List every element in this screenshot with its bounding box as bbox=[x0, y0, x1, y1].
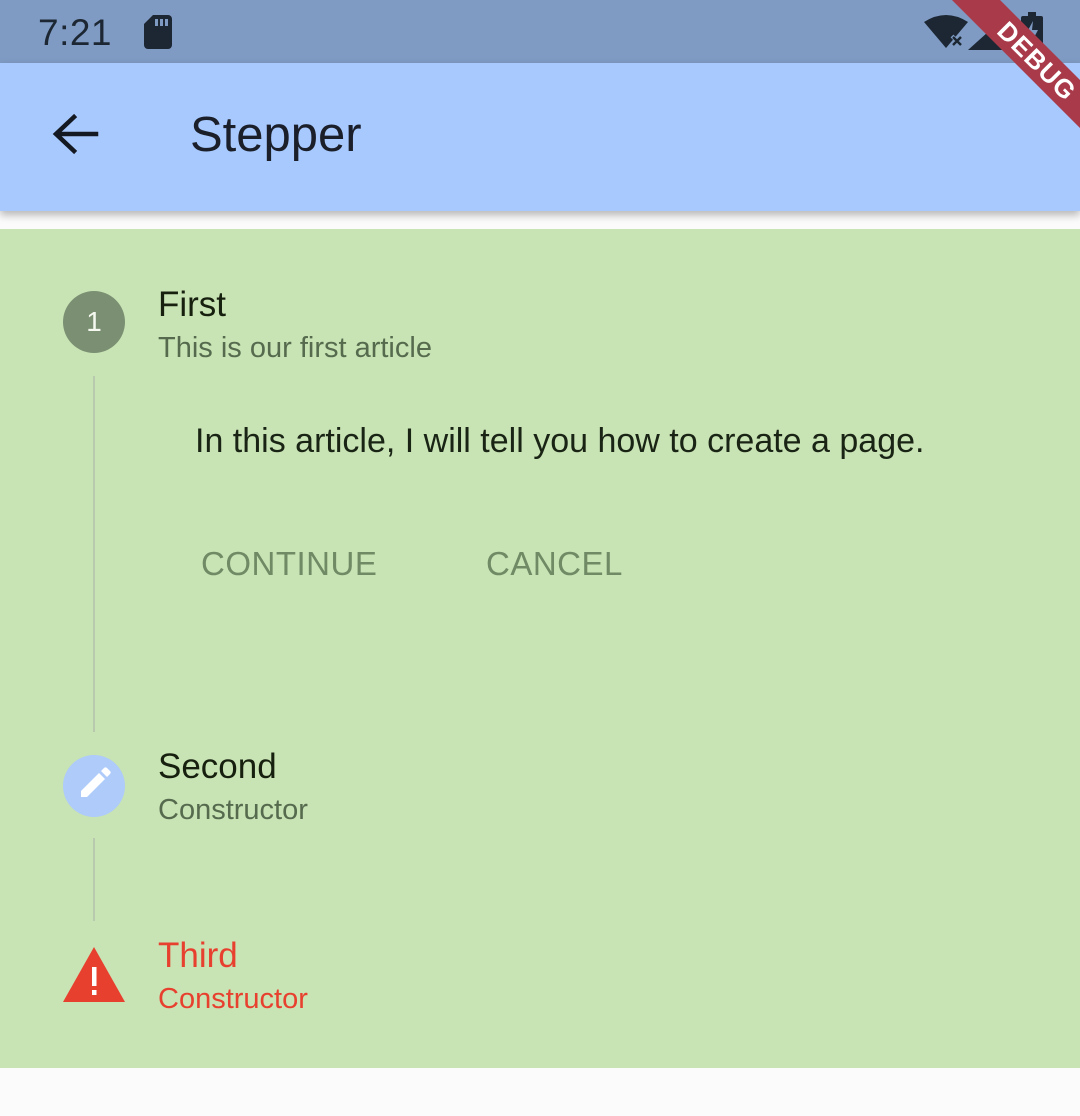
signal-icon bbox=[968, 14, 1008, 55]
step-1-content: In this article, I will tell you how to … bbox=[195, 422, 925, 460]
edit-icon bbox=[76, 766, 112, 807]
page-title: Stepper bbox=[190, 108, 362, 162]
app-bar: Stepper bbox=[0, 63, 1080, 211]
step-2-title[interactable]: Second bbox=[158, 747, 277, 787]
cancel-button[interactable]: CANCEL bbox=[486, 545, 623, 583]
step-2-subtitle: Constructor bbox=[158, 794, 308, 826]
step-1-title[interactable]: First bbox=[158, 285, 226, 325]
step-1-subtitle: This is our first article bbox=[158, 332, 432, 364]
step-3-title[interactable]: Third bbox=[158, 936, 238, 976]
sd-card-icon bbox=[144, 15, 172, 54]
status-time: 7:21 bbox=[38, 12, 113, 53]
continue-button[interactable]: CONTINUE bbox=[201, 545, 377, 583]
step-connector-line bbox=[93, 376, 95, 732]
stepper: 1 First This is our first article In thi… bbox=[0, 229, 1080, 1068]
step-2-indicator[interactable] bbox=[63, 755, 125, 817]
battery-charging-icon bbox=[1021, 12, 1043, 55]
wifi-off-icon bbox=[924, 14, 968, 53]
back-arrow-icon[interactable] bbox=[44, 103, 106, 165]
warning-icon[interactable] bbox=[63, 947, 125, 1008]
step-1-number: 1 bbox=[86, 306, 102, 337]
step-1-indicator[interactable]: 1 bbox=[63, 291, 125, 353]
status-bar: 7:21 bbox=[0, 0, 1080, 63]
step-connector-line bbox=[93, 838, 95, 921]
step-3-subtitle: Constructor bbox=[158, 983, 308, 1015]
